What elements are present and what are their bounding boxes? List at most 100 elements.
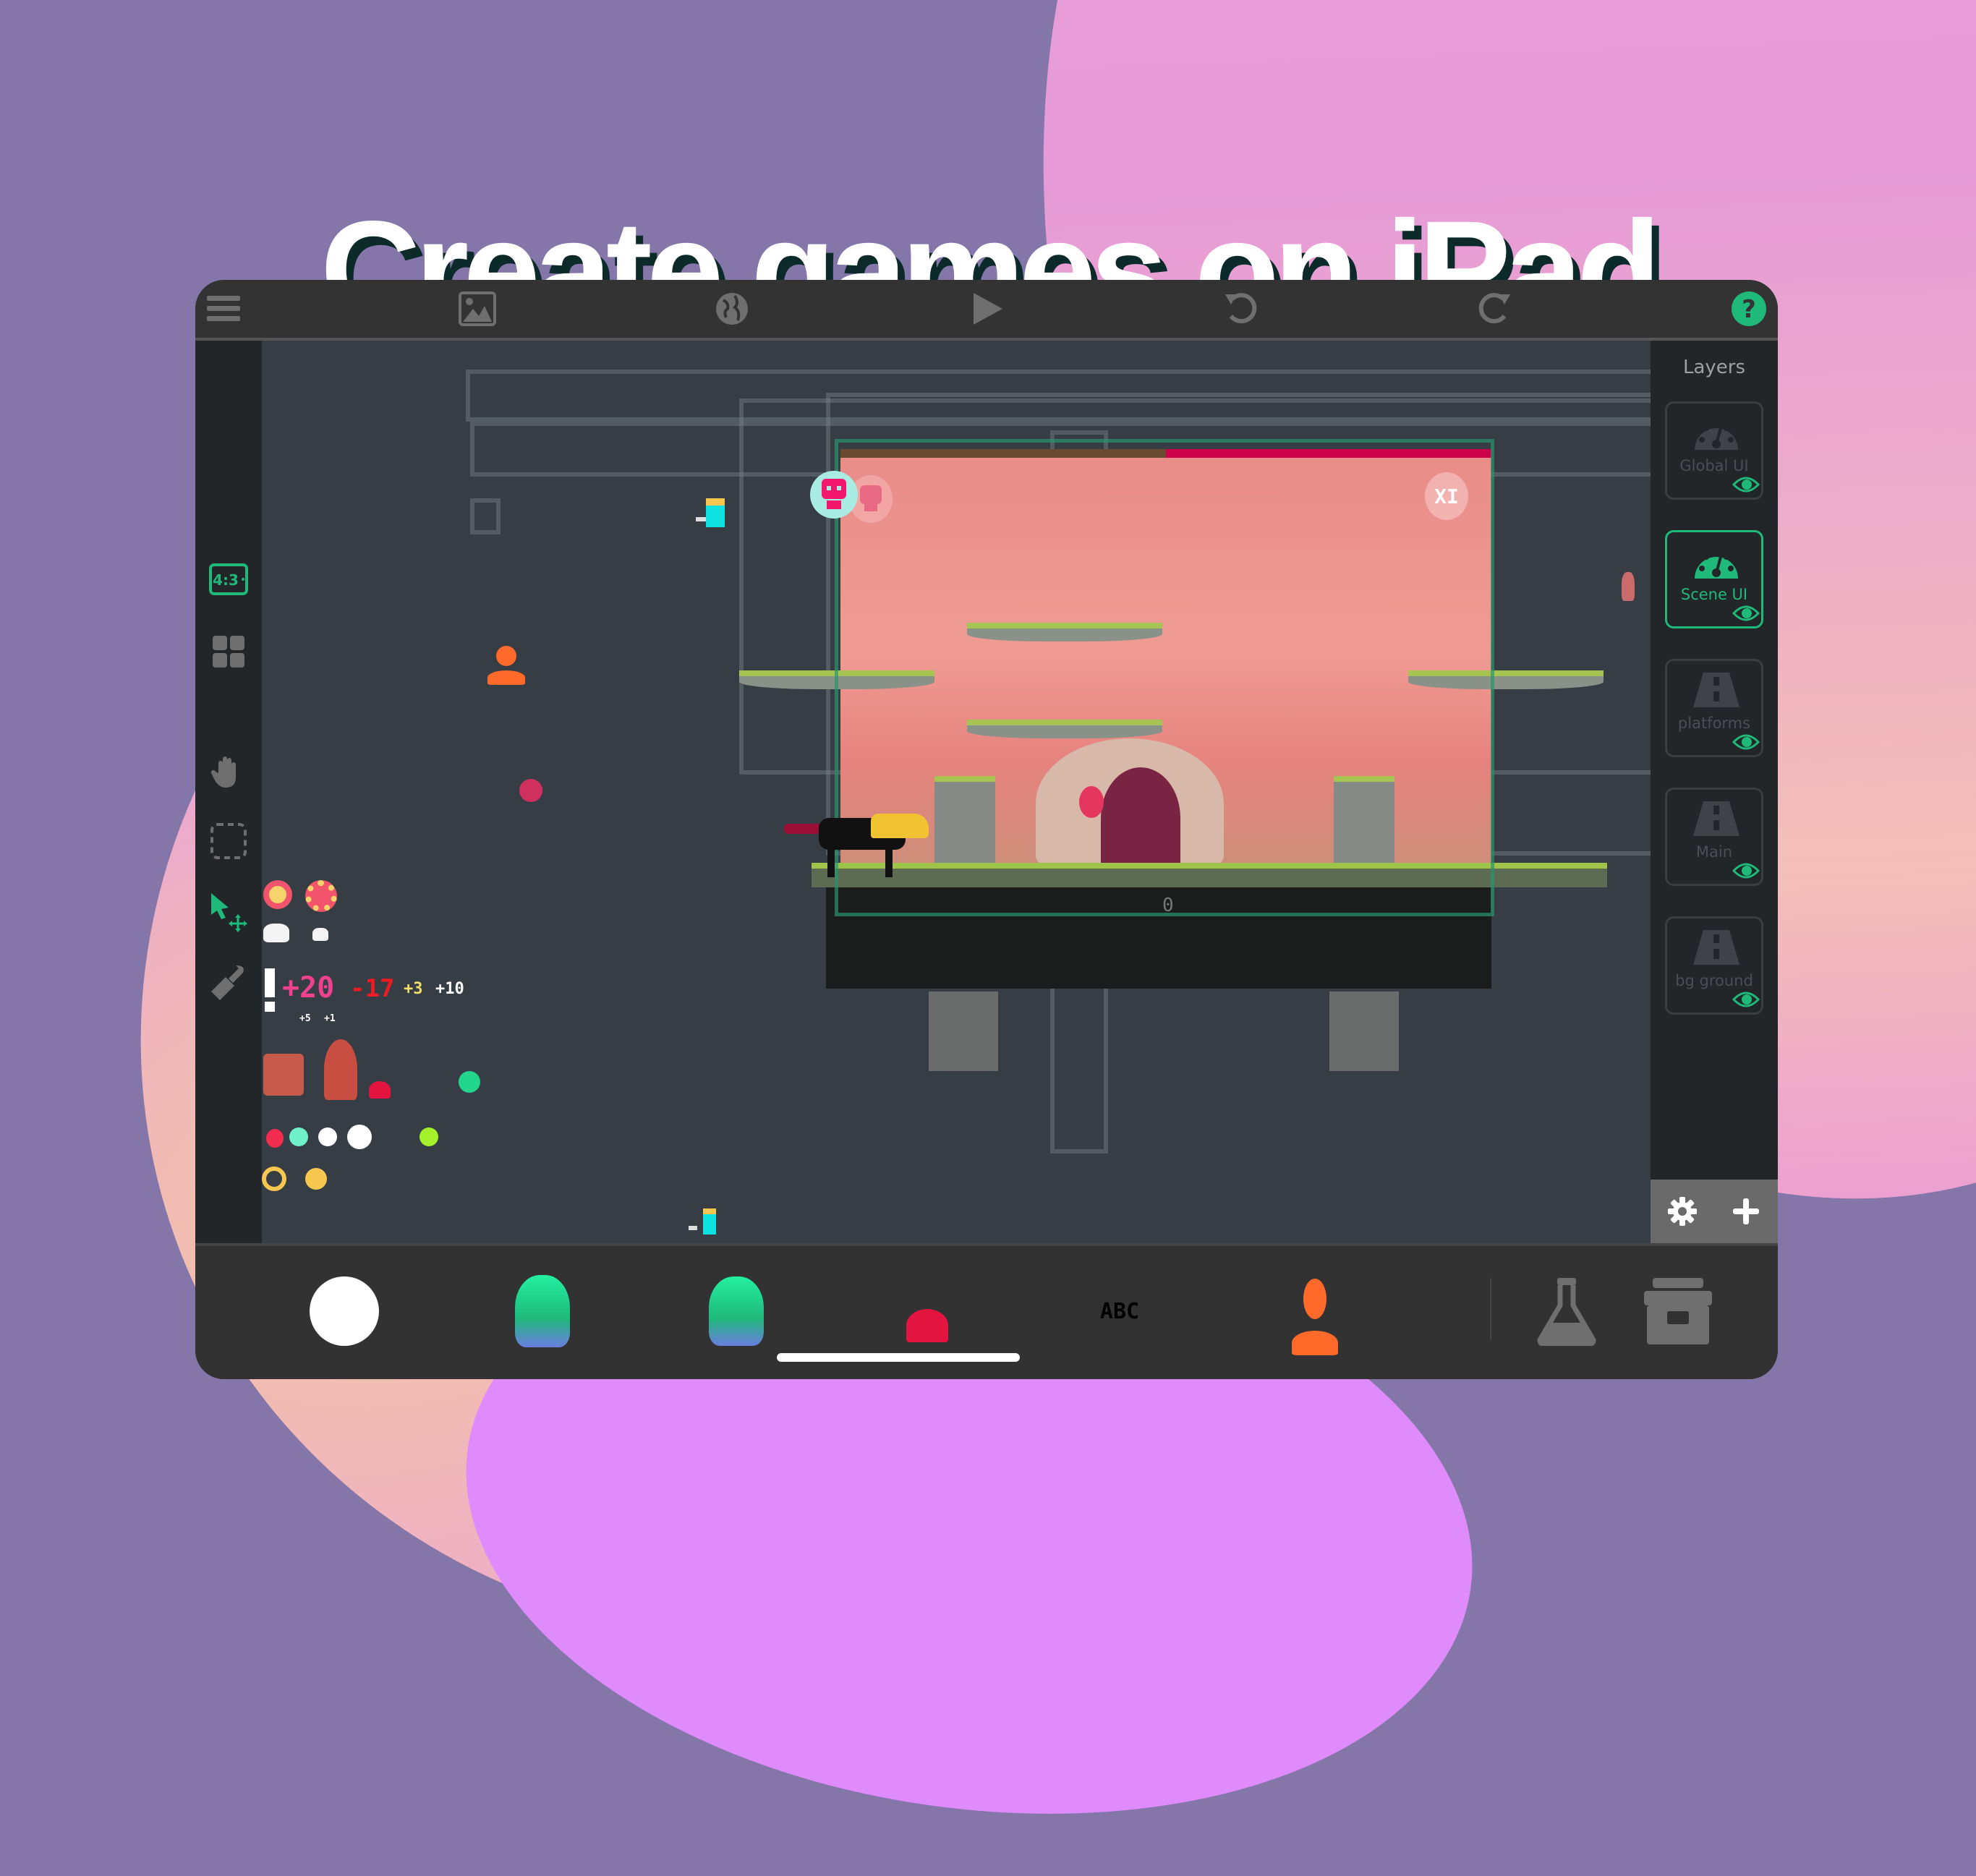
skull-sprite-small[interactable] [312, 928, 328, 941]
gear-icon [1668, 1197, 1697, 1226]
white-circle-sprite [310, 1276, 379, 1346]
eye-icon[interactable] [1732, 733, 1760, 751]
flask-icon [1537, 1278, 1596, 1346]
score-popup[interactable]: +1 [324, 1013, 336, 1024]
gauge-icon [1692, 414, 1741, 451]
layer-item[interactable]: Scene UI [1665, 530, 1763, 628]
bat-sprite[interactable] [1622, 572, 1635, 601]
road-icon [1692, 800, 1741, 837]
layers-title: Layers [1682, 357, 1746, 378]
white-dot-sprite[interactable] [318, 1127, 337, 1146]
layer-label: platforms [1677, 715, 1751, 732]
globe-icon [716, 293, 748, 325]
palette-fire-torch[interactable] [1272, 1261, 1358, 1362]
aspect-ratio-button[interactable]: 4:3 [208, 559, 249, 600]
world-button[interactable] [713, 290, 751, 328]
layer-label: Scene UI [1680, 586, 1748, 603]
behaviors-lab-button[interactable] [1523, 1261, 1610, 1362]
dashed-selection-icon [210, 823, 247, 859]
road-icon [1692, 671, 1741, 709]
lime-dot-sprite[interactable] [420, 1127, 438, 1146]
score-popup[interactable]: +20 [282, 971, 334, 1005]
hand-icon [210, 756, 236, 788]
score-popup[interactable]: -17 [350, 974, 394, 1003]
tablet-aspect-icon: 4:3 [209, 563, 248, 595]
move-tool-button[interactable] [208, 892, 249, 932]
help-icon: ? [1732, 291, 1766, 326]
stamp-tool-button[interactable] [208, 963, 249, 1003]
score-popup[interactable]: +5 [299, 1013, 311, 1024]
exclamation-sprite[interactable] [265, 968, 275, 997]
exclamation-dot-sprite [265, 1002, 275, 1012]
green-ghost-sprite [515, 1275, 570, 1347]
gold-coin-sprite[interactable] [305, 1168, 327, 1190]
stone-pillar-base [929, 992, 998, 1071]
green-ghost-sprite[interactable] [459, 1071, 480, 1093]
scene-canvas[interactable]: XI 0 +20 -17 +3 +10 +5 +1 [262, 341, 1651, 1243]
red-dot-sprite[interactable] [266, 1129, 284, 1148]
white-dot-sprite-large[interactable] [347, 1125, 372, 1149]
hamburger-icon [207, 296, 240, 321]
stone-pillar-base [1329, 992, 1399, 1071]
palette-green-ghost-1[interactable] [499, 1261, 586, 1362]
pan-tool-button[interactable] [208, 751, 249, 792]
score-popup[interactable]: +3 [404, 980, 423, 998]
object-library-button[interactable] [1635, 1261, 1721, 1362]
layer-label: bg ground [1675, 972, 1753, 989]
skull-sprite[interactable] [263, 924, 289, 942]
eye-icon[interactable] [1732, 476, 1760, 493]
grid-button[interactable] [208, 631, 249, 672]
layer-label: Global UI [1679, 457, 1749, 474]
skull-badge-sprite[interactable] [810, 471, 858, 519]
flower-sprite[interactable] [263, 880, 292, 909]
rocket-enemy-sprite[interactable] [324, 1039, 357, 1100]
eye-icon[interactable] [1732, 991, 1760, 1008]
gold-ring-sprite[interactable] [262, 1167, 286, 1191]
eye-icon[interactable] [1732, 605, 1760, 622]
mint-dot-sprite[interactable] [289, 1127, 308, 1146]
berry-sprite[interactable] [519, 777, 553, 802]
wolf-enemy-sprite[interactable] [784, 809, 929, 882]
palette-text-object[interactable]: ABC [1076, 1261, 1163, 1362]
backgrounds-button[interactable] [459, 290, 496, 328]
gauge-icon [1692, 542, 1741, 580]
menu-button[interactable] [205, 290, 243, 328]
layer-item[interactable]: bg ground [1665, 916, 1763, 1015]
palette-red-slime[interactable] [884, 1261, 971, 1362]
add-layer-button[interactable] [1730, 1195, 1762, 1227]
knight-player-sprite[interactable] [696, 498, 729, 530]
layer-item[interactable]: platforms [1665, 659, 1763, 757]
red-slime-sprite[interactable] [369, 1081, 391, 1099]
red-slime-sprite [906, 1309, 948, 1342]
palette-white-ball[interactable] [301, 1261, 388, 1362]
skull-icon [822, 479, 846, 509]
text-object-label: ABC [1099, 1298, 1140, 1324]
archive-box-icon [1644, 1278, 1712, 1344]
help-button[interactable]: ? [1730, 290, 1768, 328]
svg-text:4:3: 4:3 [213, 571, 239, 589]
score-popup[interactable]: +10 [435, 980, 464, 998]
stamp-icon [211, 965, 244, 1000]
ui-guide-frame [470, 498, 501, 534]
layer-item[interactable]: Global UI [1665, 401, 1763, 500]
fire-torch-sprite[interactable] [483, 646, 527, 689]
area-select-button[interactable] [208, 821, 249, 861]
home-indicator[interactable] [777, 1353, 1020, 1362]
robot-enemy-sprite[interactable] [263, 1054, 304, 1096]
eye-icon[interactable] [1732, 862, 1760, 879]
redo-button[interactable] [1475, 290, 1513, 328]
green-ghost-sprite [709, 1276, 764, 1346]
tools-sidebar: 4:3 [195, 341, 262, 1243]
undo-button[interactable] [1222, 290, 1260, 328]
grid-icon [213, 636, 244, 668]
layers-footer [1651, 1180, 1778, 1243]
flower-sprite[interactable] [305, 880, 337, 912]
palette-green-ghost-2[interactable] [693, 1261, 780, 1362]
ipad-app-window: ? 4:3 XI 0 +20 -17 +3 +10 +5 +1 Layers G… [195, 280, 1778, 1379]
layer-item[interactable]: Main [1665, 788, 1763, 886]
layer-settings-button[interactable] [1666, 1195, 1698, 1227]
play-button[interactable] [968, 290, 1005, 328]
knight-player-sprite[interactable] [689, 1208, 722, 1237]
top-toolbar: ? [195, 280, 1778, 341]
image-icon [459, 291, 496, 326]
